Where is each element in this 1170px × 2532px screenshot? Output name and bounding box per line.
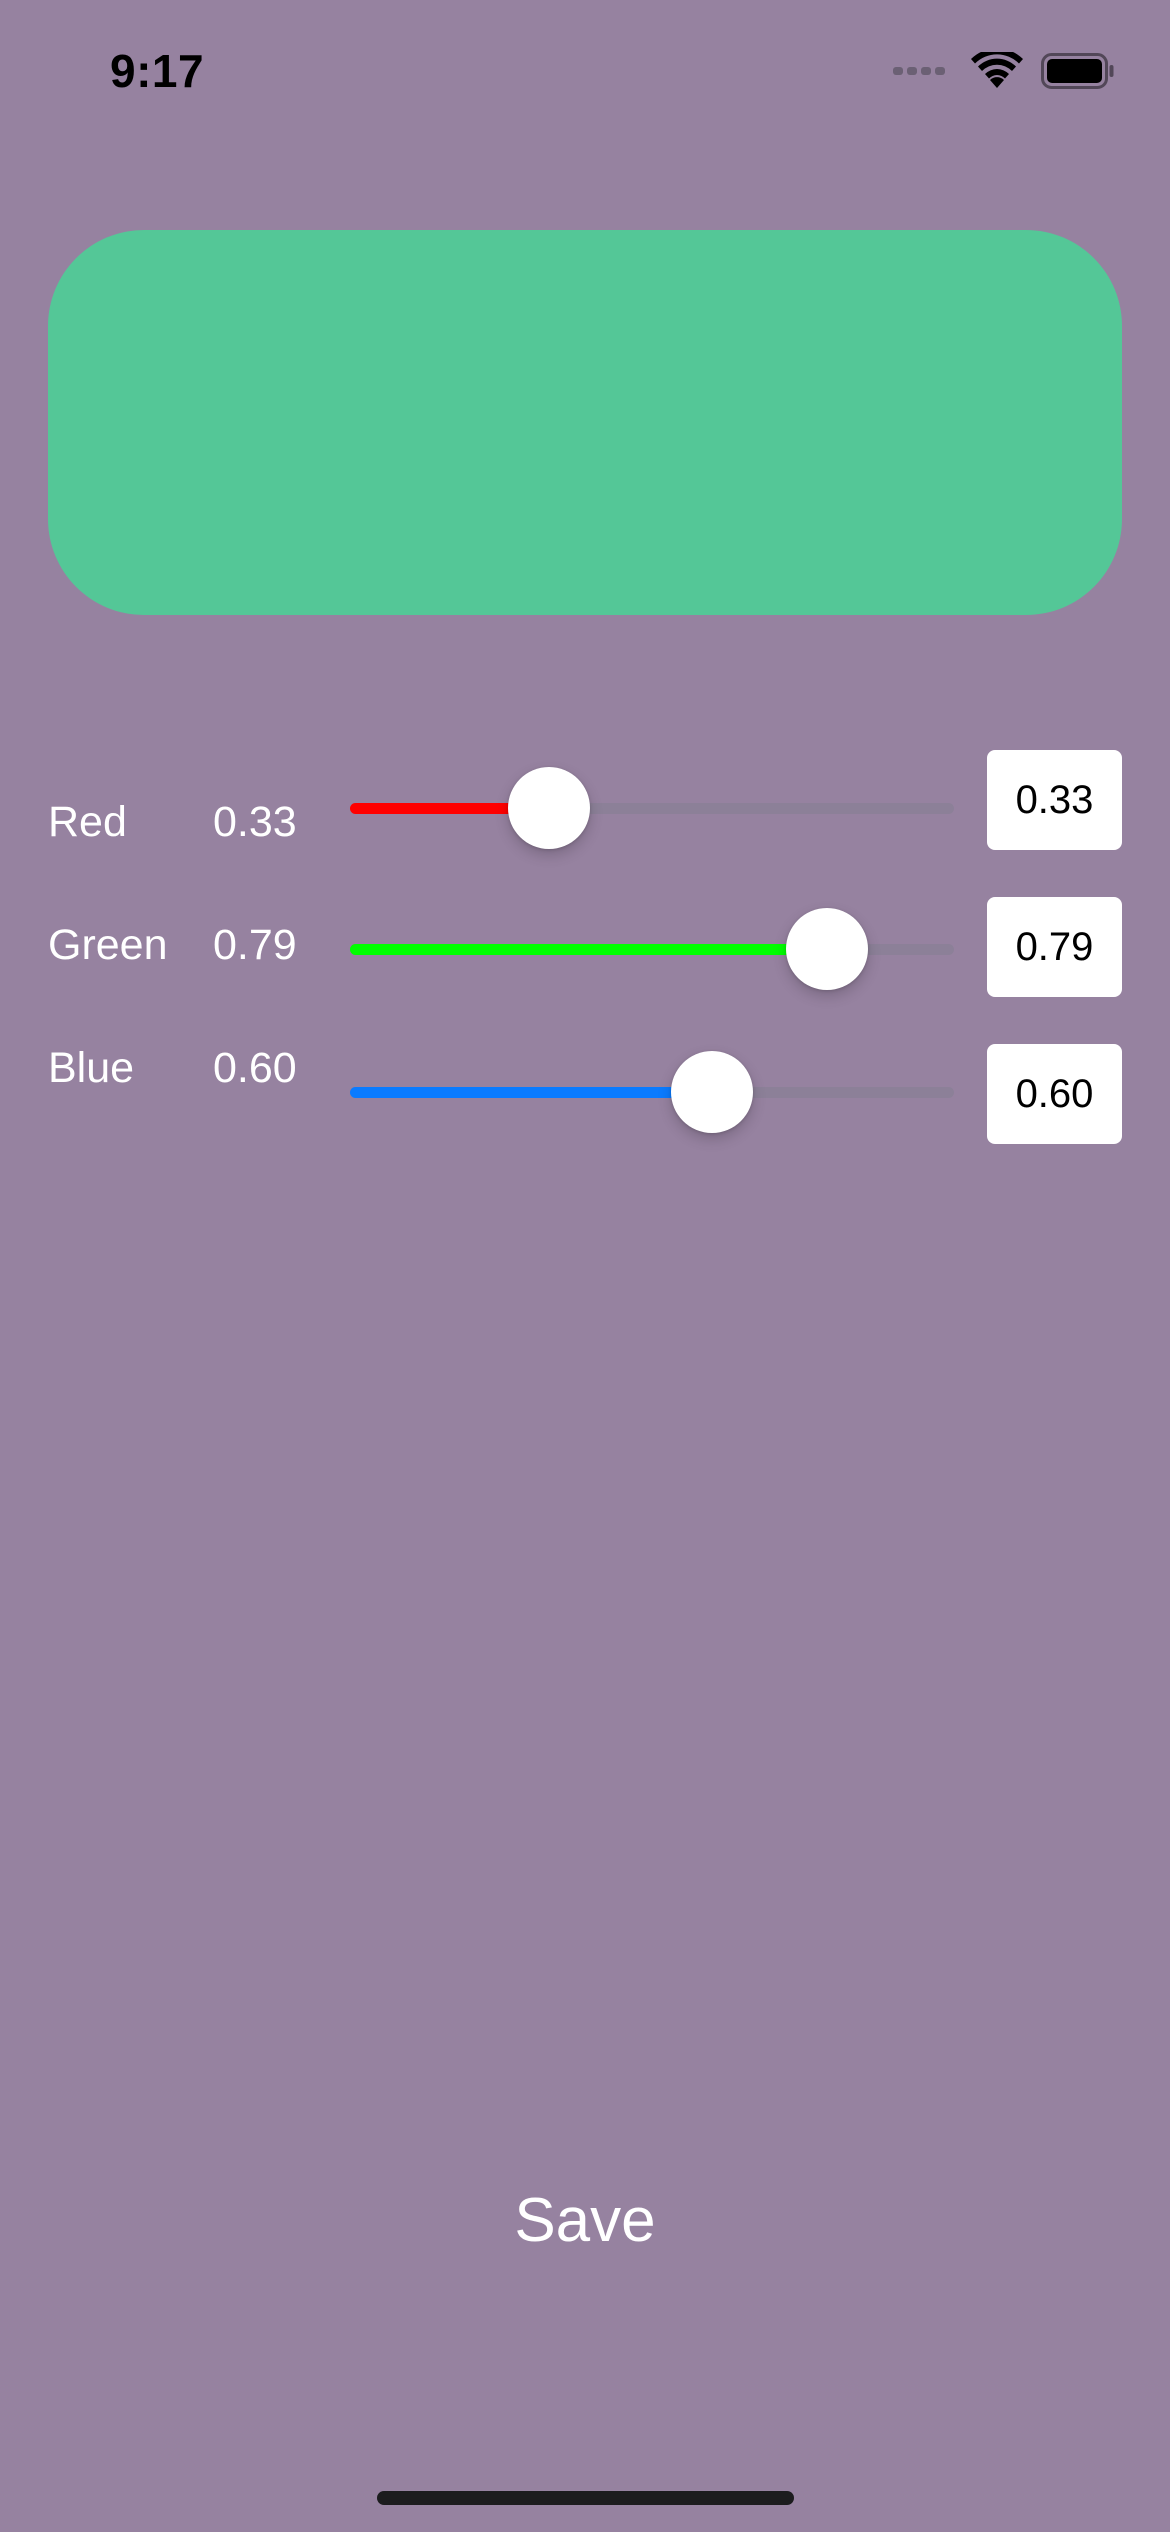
- green-slider-row: Green 0.79: [0, 897, 1170, 1007]
- battery-icon: [1041, 53, 1114, 89]
- wifi-icon: [971, 52, 1023, 88]
- blue-value: 0.60: [213, 1044, 297, 1092]
- status-time: 9:17: [110, 45, 205, 97]
- blue-slider-fill: [350, 1087, 713, 1098]
- blue-label: Blue: [48, 1044, 135, 1092]
- green-value-field[interactable]: [987, 897, 1122, 997]
- save-button[interactable]: Save: [385, 2175, 785, 2265]
- red-value-field[interactable]: [987, 750, 1122, 850]
- color-preview: [48, 230, 1122, 615]
- red-label: Red: [48, 798, 127, 846]
- home-indicator[interactable]: [377, 2491, 794, 2505]
- blue-slider-row: Blue 0.60: [0, 1044, 1170, 1154]
- red-slider[interactable]: [350, 767, 954, 849]
- red-value: 0.33: [213, 798, 297, 846]
- green-value: 0.79: [213, 921, 297, 969]
- blue-value-field[interactable]: [987, 1044, 1122, 1144]
- signal-dots-icon: [893, 67, 945, 75]
- red-slider-thumb[interactable]: [508, 767, 591, 849]
- blue-slider[interactable]: [350, 1051, 954, 1133]
- status-icons: [893, 52, 1115, 90]
- green-label: Green: [48, 921, 168, 969]
- screen: 9:17 Red 0.33 Green 0.79: [0, 0, 1170, 2532]
- red-slider-row: Red 0.33: [0, 750, 1170, 860]
- green-slider[interactable]: [350, 908, 954, 990]
- blue-slider-thumb[interactable]: [671, 1051, 754, 1133]
- green-slider-fill: [350, 944, 828, 955]
- green-slider-thumb[interactable]: [786, 908, 869, 990]
